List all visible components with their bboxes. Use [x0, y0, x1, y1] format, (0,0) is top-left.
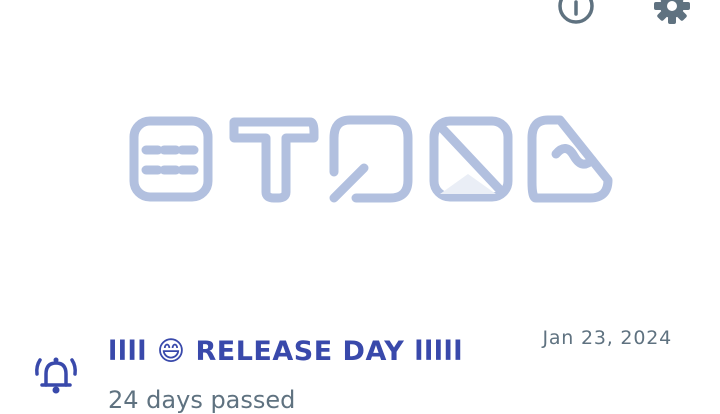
bell-ringing-icon [35, 357, 77, 394]
notification-subtitle: 24 days passed [108, 386, 296, 414]
info-icon[interactable] [556, 0, 596, 26]
app-logo [129, 115, 613, 203]
notification-date: Jan 23, 2024 [542, 327, 672, 349]
gear-icon[interactable] [652, 0, 692, 26]
notification-title: llll 😄 RELEASE DAY lllll [108, 336, 463, 367]
